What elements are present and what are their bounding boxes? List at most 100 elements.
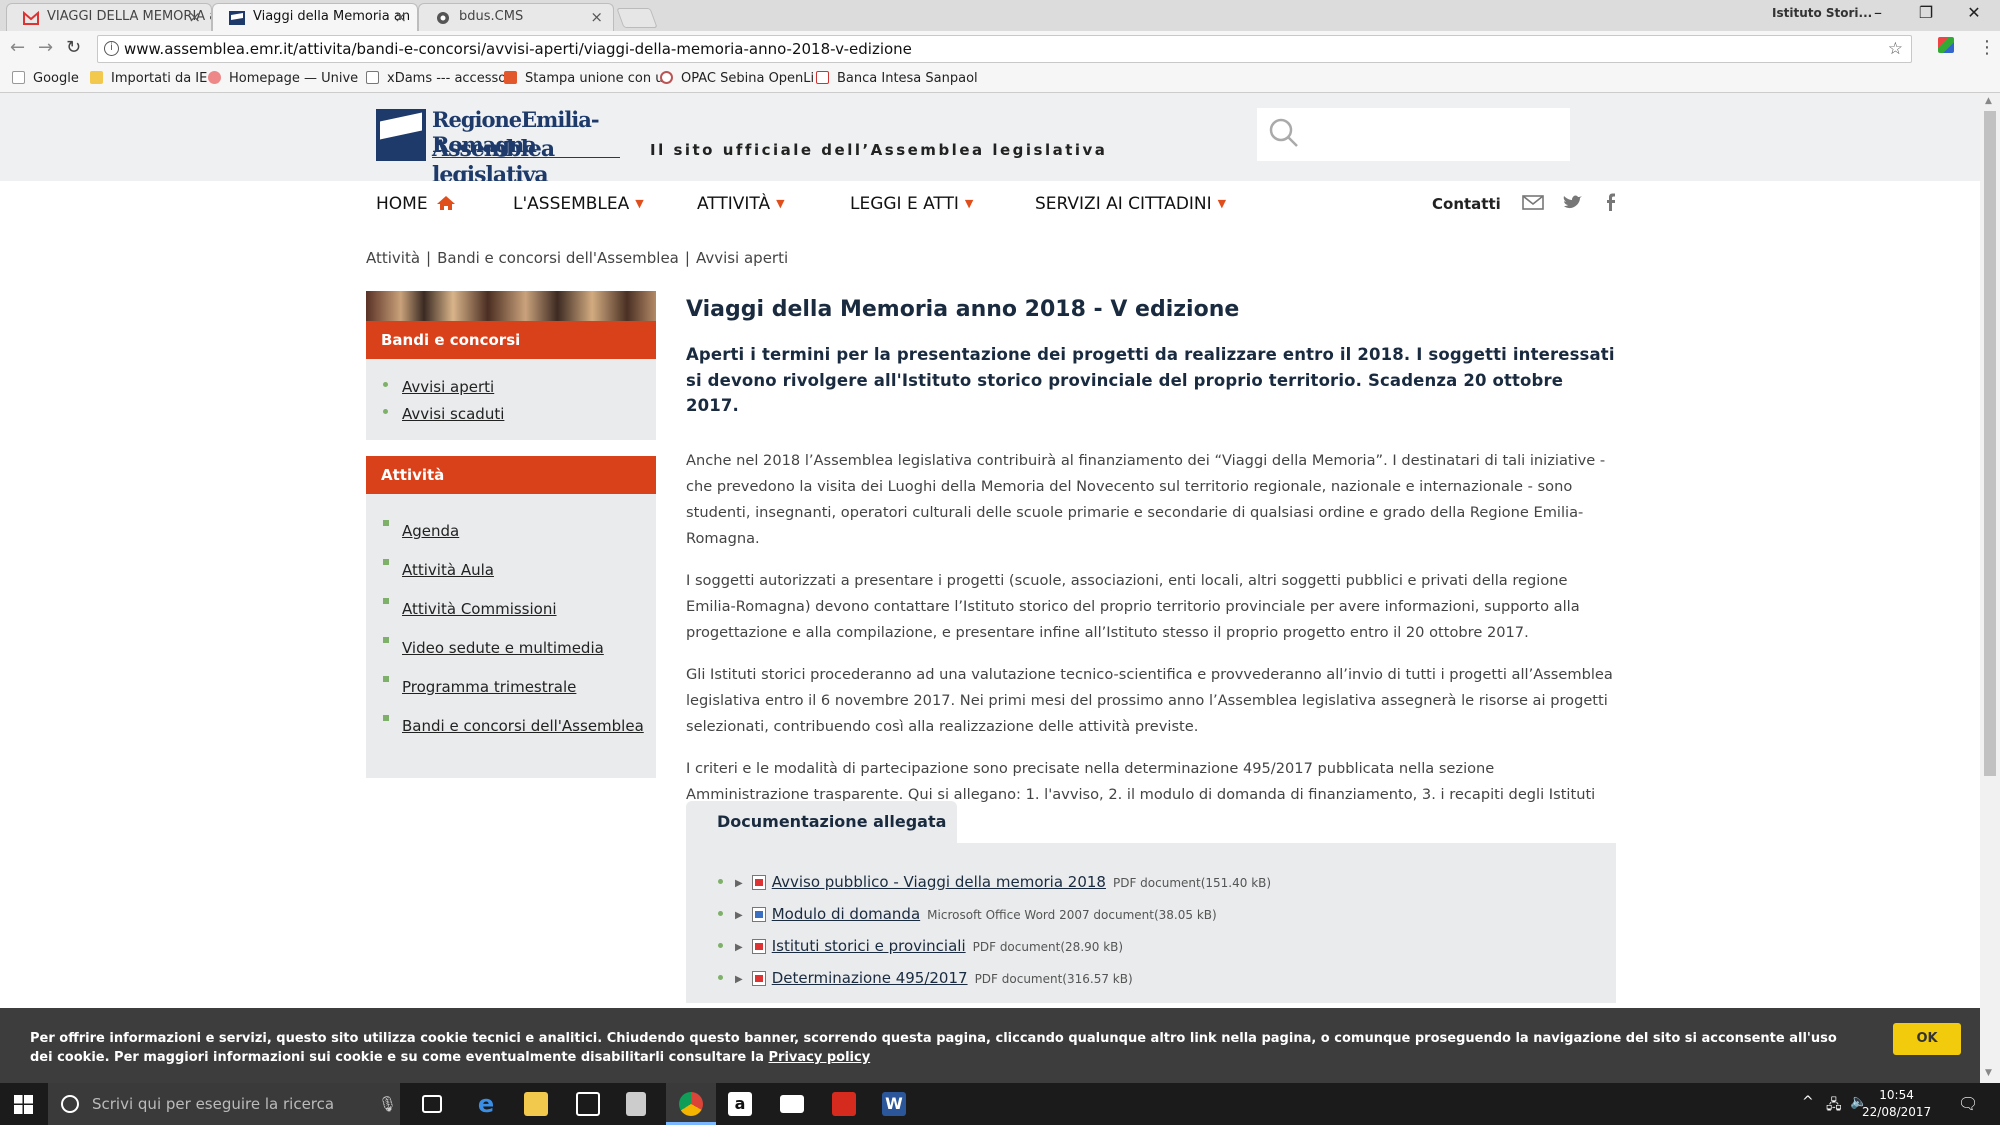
main-navigation: HOME L'ASSEMBLEA ▼ ATTIVITÀ ▼ LEGGI E ATTI…: [0, 181, 1980, 231]
search-icon[interactable]: [1269, 118, 1299, 148]
sidebar-item-programma-trimestrale[interactable]: Programma trimestrale: [366, 668, 656, 707]
flag-icon: [376, 109, 426, 161]
contacts-link[interactable]: Contatti: [1432, 195, 1501, 213]
nav-home[interactable]: HOME: [376, 194, 456, 214]
article-paragraph: Gli Istituti storici procederanno ad una…: [686, 665, 1613, 735]
sidebar-item-attivita-aula[interactable]: Attività Aula: [366, 551, 656, 590]
taskbar-search[interactable]: Scrivi qui per eseguire la ricerca 🎙: [48, 1083, 400, 1125]
bookmark-item[interactable]: OPAC Sebina OpenLi: [660, 71, 814, 86]
breadcrumb-item[interactable]: Avvisi aperti: [696, 249, 788, 267]
twitter-icon[interactable]: [1562, 191, 1584, 213]
attachment-link[interactable]: Avviso pubblico - Viaggi della memoria 2…: [772, 873, 1106, 891]
taskbar-clock[interactable]: 10:54 22/08/2017: [1862, 1087, 1931, 1121]
search-input[interactable]: [1257, 108, 1570, 161]
info-icon[interactable]: i: [104, 41, 119, 56]
sidebar-item-label: Programma trimestrale: [402, 678, 577, 696]
nav-servizi[interactable]: SERVIZI AI CITTADINI ▼: [1035, 194, 1226, 214]
sidebar-item-agenda[interactable]: Agenda: [366, 512, 656, 551]
close-window-icon[interactable]: ✕: [1952, 0, 1996, 28]
windows-start-icon[interactable]: [14, 1095, 33, 1114]
pdf-icon: [751, 939, 766, 954]
bullet: [718, 911, 723, 916]
attachments-list: ▶ Avviso pubblico - Viaggi della memoria …: [686, 843, 1616, 1003]
close-icon[interactable]: ×: [394, 4, 407, 30]
acrobat-icon[interactable]: [832, 1092, 856, 1116]
scroll-down-icon[interactable]: ▼: [1985, 1068, 1992, 1078]
browser-toolbar: ← → ↻ i www.assemblea.emr.it/attivita/ba…: [0, 31, 2000, 67]
bookmark-item[interactable]: Importati da IE: [90, 71, 207, 86]
nav-leggi-e-atti[interactable]: LEGGI E ATTI ▼: [850, 194, 973, 214]
close-icon[interactable]: ×: [590, 4, 603, 30]
bookmark-item[interactable]: Banca Intesa Sanpaol: [816, 71, 978, 86]
bookmark-item[interactable]: xDams --- accesso: [366, 71, 506, 86]
amazon-icon[interactable]: a: [728, 1092, 752, 1116]
attachment-link[interactable]: Determinazione 495/2017: [772, 969, 968, 987]
calculator-icon[interactable]: [626, 1092, 646, 1116]
bookmark-label: OPAC Sebina OpenLi: [681, 71, 815, 86]
close-icon[interactable]: ×: [188, 4, 201, 30]
sidebar-item-attivita-commissioni[interactable]: Attività Commissioni: [366, 590, 656, 629]
store-icon[interactable]: [576, 1092, 600, 1116]
sidebar-item-avvisi-scaduti[interactable]: Avvisi scaduti: [366, 401, 656, 428]
browser-tab[interactable]: VIAGGI DELLA MEMORIA an ×: [6, 3, 212, 31]
sidebar-item-bandi-concorsi[interactable]: Bandi e concorsi dell'Assemblea: [366, 707, 656, 746]
sidebar-item-video-sedute[interactable]: Video sedute e multimedia: [366, 629, 656, 668]
forward-icon[interactable]: →: [38, 37, 53, 58]
article-paragraph: Anche nel 2018 l’Assemblea legislativa c…: [686, 451, 1606, 547]
scrollbar-thumb[interactable]: [1984, 111, 1996, 776]
bookmarks-bar: Google Importati da IE Homepage — Unive …: [0, 67, 2000, 93]
breadcrumb: Attività | Bandi e concorsi dell'Assemblea…: [366, 249, 788, 267]
microphone-icon[interactable]: 🎙: [378, 1083, 397, 1125]
scroll-up-icon[interactable]: ▲: [1985, 96, 1992, 106]
file-explorer-icon[interactable]: [524, 1092, 548, 1116]
privacy-policy-link[interactable]: Privacy policy: [769, 1050, 871, 1065]
back-icon[interactable]: ←: [10, 37, 25, 58]
nav-label: HOME: [376, 194, 428, 214]
nav-attivita[interactable]: ATTIVITÀ ▼: [697, 194, 785, 214]
bookmark-item[interactable]: Stampa unione con u: [504, 71, 663, 86]
restore-icon[interactable]: ❐: [1904, 0, 1948, 28]
bank-icon: [816, 71, 829, 84]
address-bar[interactable]: i www.assemblea.emr.it/attivita/bandi-e-…: [97, 35, 1912, 63]
site-tagline: Il sito ufficiale dell’Assemblea legisla…: [650, 141, 1108, 159]
network-icon[interactable]: 🖧: [1826, 1094, 1842, 1118]
opac-icon: [660, 71, 673, 84]
attachment-link[interactable]: Modulo di domanda: [772, 905, 920, 923]
site-logo[interactable]: RegioneEmilia-Romagna Assemblea legislat…: [376, 107, 620, 190]
new-tab-button[interactable]: [616, 8, 658, 28]
mail-icon[interactable]: [1522, 191, 1544, 213]
edge-icon[interactable]: e: [474, 1092, 498, 1116]
browser-tab-active[interactable]: Viaggi della Memoria an ×: [212, 3, 418, 32]
breadcrumb-item[interactable]: Attività: [366, 249, 420, 267]
sidebar-item-label: Agenda: [402, 522, 460, 540]
scrollbar[interactable]: ▲ ▼: [1980, 93, 2000, 1083]
browser-tab[interactable]: bdus.CMS ×: [418, 3, 614, 31]
bookmark-star-icon[interactable]: ☆: [1888, 36, 1903, 62]
chrome-taskbar-item[interactable]: [666, 1083, 716, 1125]
bookmark-item[interactable]: Google: [12, 71, 79, 86]
facebook-icon[interactable]: [1600, 191, 1622, 213]
menu-icon[interactable]: ⋮: [1978, 37, 1996, 58]
word-app-icon[interactable]: W: [882, 1092, 906, 1116]
tray-chevron-icon[interactable]: ^: [1802, 1094, 1814, 1110]
task-view-icon[interactable]: [422, 1095, 442, 1113]
office-icon: [504, 71, 517, 84]
pdf-icon: [751, 971, 766, 986]
nav-assemblea[interactable]: L'ASSEMBLEA ▼: [513, 194, 644, 214]
nav-label: SERVIZI AI CITTADINI: [1035, 194, 1212, 214]
minimize-icon[interactable]: –: [1856, 0, 1900, 28]
breadcrumb-item[interactable]: Bandi e concorsi dell'Assemblea: [437, 249, 679, 267]
sidebar-item-avvisi-aperti[interactable]: Avvisi aperti: [366, 374, 656, 401]
extension-icon[interactable]: [1938, 37, 1954, 53]
bullet: [718, 943, 723, 948]
sidebar-item-label: Avvisi aperti: [402, 378, 495, 396]
bookmark-item[interactable]: Homepage — Unive: [208, 71, 358, 86]
cookie-ok-button[interactable]: OK: [1893, 1023, 1961, 1055]
notifications-icon[interactable]: 🗨: [1958, 1094, 1978, 1113]
sidebar-item-label: Avvisi scaduti: [402, 405, 505, 423]
attachment-link[interactable]: Istituti storici e provinciali: [772, 937, 966, 955]
mail-app-icon[interactable]: [780, 1095, 804, 1113]
article-paragraph: I soggetti autorizzati a presentare i pr…: [686, 571, 1580, 641]
attachments-title: Documentazione allegata: [686, 801, 957, 843]
reload-icon[interactable]: ↻: [66, 37, 81, 58]
